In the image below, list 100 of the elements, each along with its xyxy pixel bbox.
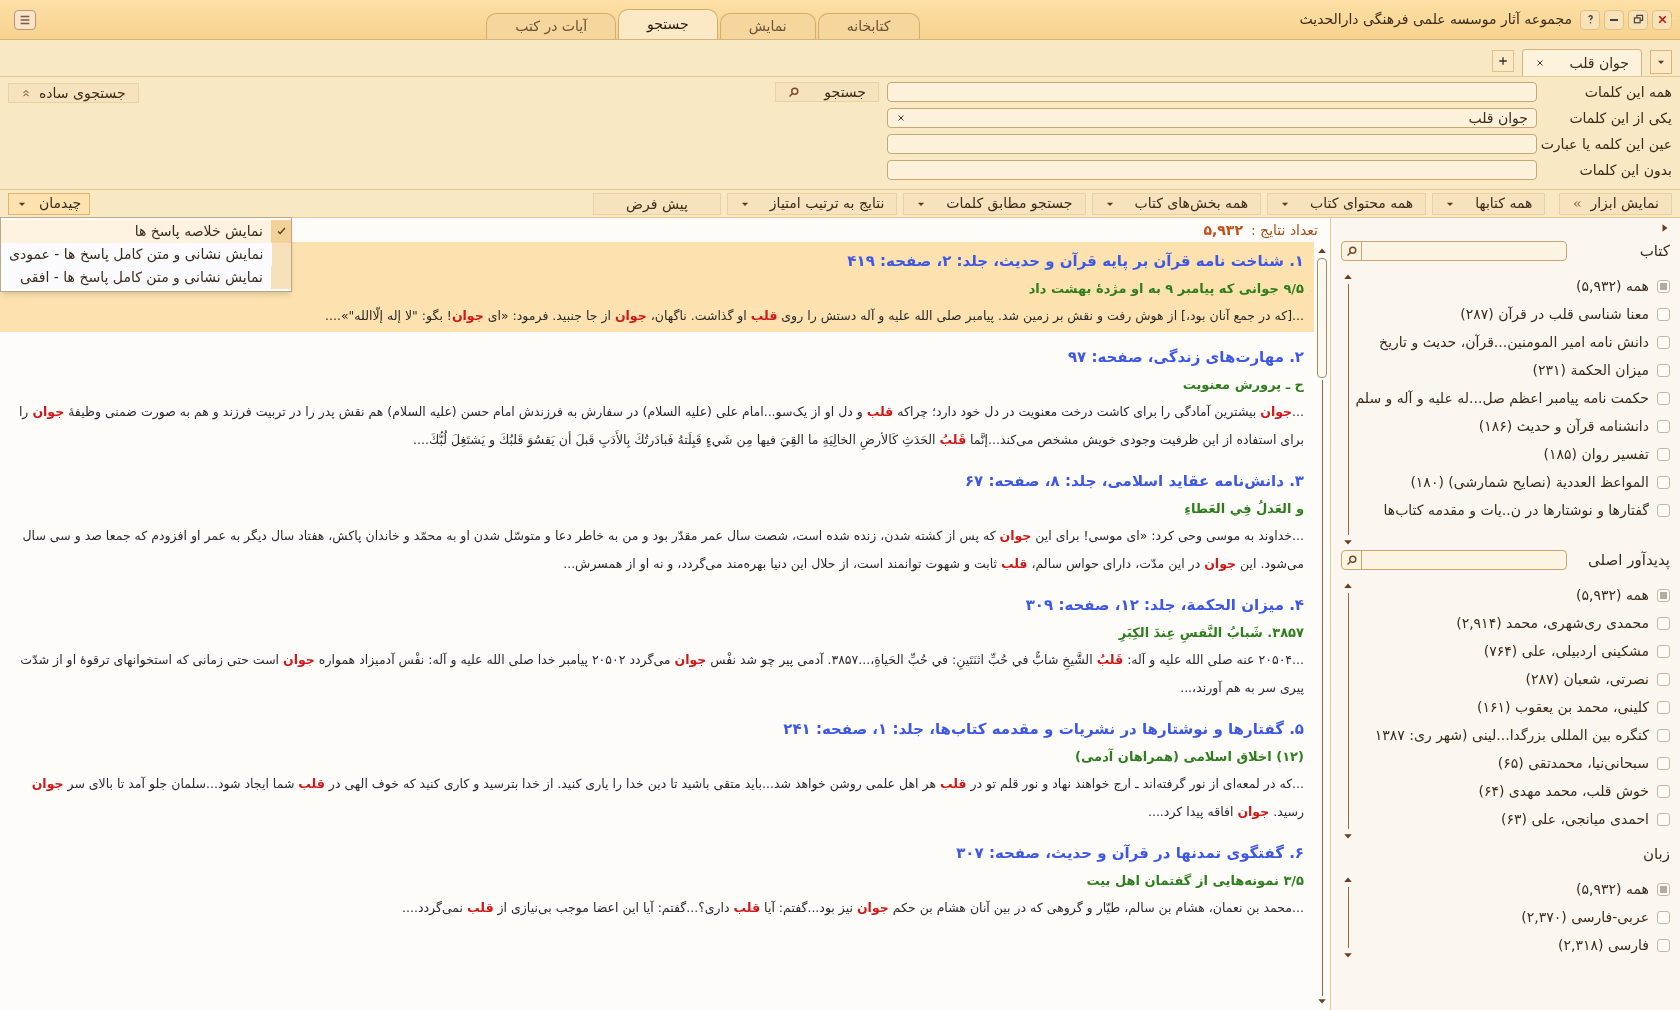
- checkbox[interactable]: [1657, 756, 1670, 770]
- checkbox[interactable]: [1657, 616, 1670, 630]
- minimize-button[interactable]: [1604, 9, 1624, 30]
- restore-button[interactable]: [1628, 9, 1648, 30]
- tabs-dropdown-button[interactable]: [1650, 50, 1672, 74]
- filter-item[interactable]: فارسی (۲,۳۱۸): [1557, 934, 1649, 956]
- menu-item[interactable]: نمایش خلاصه پاسخ ها: [1, 220, 291, 243]
- filter-item[interactable]: مشکینی اردبیلی، علی (۷۶۴): [1483, 640, 1649, 662]
- result-subtitle: و العَدلُ فِي العَطاءِ: [1184, 499, 1304, 518]
- checkbox[interactable]: [1657, 938, 1670, 952]
- restore-icon: [1631, 13, 1645, 26]
- checkbox[interactable]: [1657, 588, 1670, 602]
- main-tab[interactable]: کتابخانه: [817, 13, 920, 39]
- result-count-label: تعداد نتایج :: [1250, 220, 1318, 241]
- checkbox[interactable]: [1657, 672, 1670, 686]
- main-tab[interactable]: آیات در کتب: [486, 13, 617, 39]
- checkbox[interactable]: [1657, 784, 1670, 798]
- dropdown-button[interactable]: همه بخش‌های کتاب: [1091, 192, 1262, 215]
- filter-item[interactable]: احمدی میانجی، علی (۶۳): [1500, 808, 1649, 830]
- checkbox[interactable]: [1657, 447, 1670, 461]
- filter-item[interactable]: همه (۵,۹۳۲): [1576, 584, 1649, 606]
- result-snippet: ...که در لمعه‌ای از نور گرفته‌اند ـ ارج خواهند نهاد و نور قلم تو در قلب هر اهل علمی روشن خواهد شد...باید متقی باشید تا دین خدا را یاری کنید. از خدا بترسید و کاری کنید که خوف الهی در قلب شما ایجاد شود...سلمان جلو آمد تا بالای سر جوان رسید. جوان افاقه پیدا کرد....: [30, 775, 1304, 822]
- filter-item[interactable]: همه (۵,۹۳۲): [1576, 275, 1649, 297]
- checkbox[interactable]: [1657, 728, 1670, 742]
- filter-item[interactable]: ميزان الحكمة (۲۳۱): [1532, 359, 1649, 381]
- menu-item[interactable]: نمایش نشانی و متن کامل پاسخ ها - عمودی: [1, 243, 291, 266]
- search-tab[interactable]: جوان قلب: [1522, 49, 1642, 76]
- result-title[interactable]: ۱. شناخت نامه قرآن بر پایه قرآن و حدیث، جلد: ۲، صفحه: ۴۱۹: [847, 246, 1304, 276]
- add-tab-button[interactable]: [1492, 50, 1515, 72]
- scroll-down-icon: [1343, 831, 1353, 841]
- input-field[interactable]: جوان قلب: [887, 108, 1537, 128]
- result-subtitle: ح ـ پرورش معنویت: [1182, 376, 1304, 394]
- close-button[interactable]: [1652, 9, 1672, 30]
- filter-item[interactable]: خوش قلب، محمد مهدی (۶۴): [1478, 780, 1649, 802]
- filter-item[interactable]: حکمت نامه پیامبر اعظم صل...له علیه و آله و سلم: [1355, 387, 1649, 409]
- dropdown-button[interactable]: همه محتوای کتاب: [1267, 192, 1427, 215]
- help-button[interactable]: [1580, 9, 1600, 30]
- scroll-up-icon: [1343, 875, 1353, 885]
- checkbox[interactable]: [1657, 335, 1670, 349]
- checkbox[interactable]: [1657, 882, 1670, 896]
- menu-button[interactable]: [14, 10, 36, 30]
- default-button[interactable]: پیش فرض: [593, 192, 721, 215]
- filter-item[interactable]: عربی-فارسی (۲,۳۷۰): [1521, 906, 1649, 928]
- filter-search-field[interactable]: [1341, 550, 1567, 570]
- close-icon: [1535, 58, 1546, 68]
- filter-item[interactable]: محمدی ری‌شهری، محمد (۲,۹۱۴): [1456, 612, 1649, 634]
- result-title[interactable]: ۳. دانش‌نامه عقاید اسلامی، جلد: ۸، صفحه: ۶۷: [964, 466, 1304, 496]
- scroll-down-icon: [1343, 950, 1353, 960]
- filter-item[interactable]: کنگره بین المللی بزرگدا...لینی (شهر ری: ۱۳۸۷: [1374, 724, 1649, 746]
- double-chevron-up-icon: [21, 88, 31, 98]
- plus-icon: [1497, 55, 1510, 67]
- checkbox[interactable]: [1657, 279, 1670, 293]
- dropdown-button[interactable]: نتایج به ترتیب امتیاز: [726, 192, 898, 215]
- search-icon: [788, 86, 801, 98]
- filter-item[interactable]: گفتارها و نوشتارها در ن..یات و مقدمه کتاب‌ها: [1383, 499, 1649, 521]
- filter-item[interactable]: تفسیر روان (۱۸۵): [1543, 443, 1649, 465]
- result-title[interactable]: ۶. گفتگوی تمدنها در قرآن و حدیث، صفحه: ۳۰۷: [956, 838, 1304, 868]
- result-snippet: ...[که در جمع آنان بود،] از هوش رفت و نقش بر زمین شد. پیامبر صلی الله علیه و آله دستش را روی قلب او گذاشت. ناگهان، جوان از جا جنبید. فرمود: «ای جوان! بگو: "لا إله إلّاالله"»....: [324, 305, 1304, 326]
- input-field[interactable]: [887, 160, 1537, 180]
- checkbox[interactable]: [1657, 391, 1670, 405]
- field-label: عین این کلمه یا عبارت: [1539, 134, 1672, 155]
- filter-item[interactable]: سبحانی‌نیا، محمدتقی (۶۵): [1497, 752, 1649, 774]
- filter-item[interactable]: دانشنامه قرآن و حدیث (۱۸۶): [1478, 415, 1649, 437]
- filter-title: زبان: [1642, 843, 1670, 865]
- dropdown-button[interactable]: همه کتابها: [1432, 192, 1546, 215]
- checkbox[interactable]: [1657, 644, 1670, 658]
- filter-search-field[interactable]: [1341, 241, 1567, 261]
- checkbox[interactable]: [1657, 812, 1670, 826]
- collapse-arrow-icon: [1660, 222, 1670, 234]
- filter-item[interactable]: معنا شناسی قلب در قرآن (۲۸۷): [1460, 303, 1649, 325]
- window-title: مجموعه آثار موسسه علمی فرهنگی دارالحدیث: [1299, 10, 1572, 30]
- filter-item[interactable]: المواعظ العددية (نصایح شمارشی) (۱۸۰): [1410, 471, 1649, 493]
- result-title[interactable]: ۴. ميزان الحكمة، جلد: ۱۲، صفحه: ۳۰۹: [1025, 590, 1304, 620]
- dropdown-button[interactable]: جستجو مطابق کلمات: [903, 192, 1086, 215]
- layout-button[interactable]: چیدمان: [8, 192, 91, 215]
- checkbox[interactable]: [1657, 307, 1670, 321]
- result-title[interactable]: ۲. مهارت‌های زندگی، صفحه: ۹۷: [1067, 342, 1304, 372]
- checkbox[interactable]: [1657, 475, 1670, 489]
- scroll-down-icon: [1343, 537, 1353, 547]
- scrollbar-thumb[interactable]: [1317, 258, 1327, 378]
- result-subtitle: (۱۲) اخلاق اسلامی (همراهان آدمی): [1075, 747, 1304, 766]
- checkbox[interactable]: [1657, 700, 1670, 714]
- menu-item[interactable]: نمایش نشانی و متن کامل پاسخ ها - افقی: [1, 266, 291, 289]
- checkbox[interactable]: [1657, 419, 1670, 433]
- input-field[interactable]: [887, 134, 1537, 154]
- filter-item[interactable]: دانش نامه امیر المومنین...قرآن، حدیث و تاریخ: [1379, 331, 1649, 353]
- main-tab[interactable]: جستجو: [618, 9, 718, 39]
- simple-search-button[interactable]: جستجوی ساده: [8, 83, 139, 103]
- search-button[interactable]: جستجو: [775, 82, 879, 102]
- checkbox[interactable]: [1657, 910, 1670, 924]
- checkbox[interactable]: [1657, 363, 1670, 377]
- checkbox[interactable]: [1657, 503, 1670, 517]
- result-title[interactable]: ۵. گفتارها و نوشتارها در نشریات و مقدمه کتاب‌ها، جلد: ۱، صفحه: ۲۴۱: [783, 714, 1304, 744]
- clear-icon: [896, 113, 906, 123]
- filter-item[interactable]: همه (۵,۹۳۲): [1576, 878, 1649, 900]
- main-tab[interactable]: نمایش: [719, 13, 816, 39]
- filter-item[interactable]: کلینی، محمد بن یعقوب (۱۶۱): [1477, 696, 1649, 718]
- show-tools-button[interactable]: نمایش ابزار: [1559, 192, 1672, 215]
- input-field[interactable]: [887, 82, 1537, 102]
- filter-item[interactable]: نصرتی، شعبان (۲۸۷): [1525, 668, 1649, 690]
